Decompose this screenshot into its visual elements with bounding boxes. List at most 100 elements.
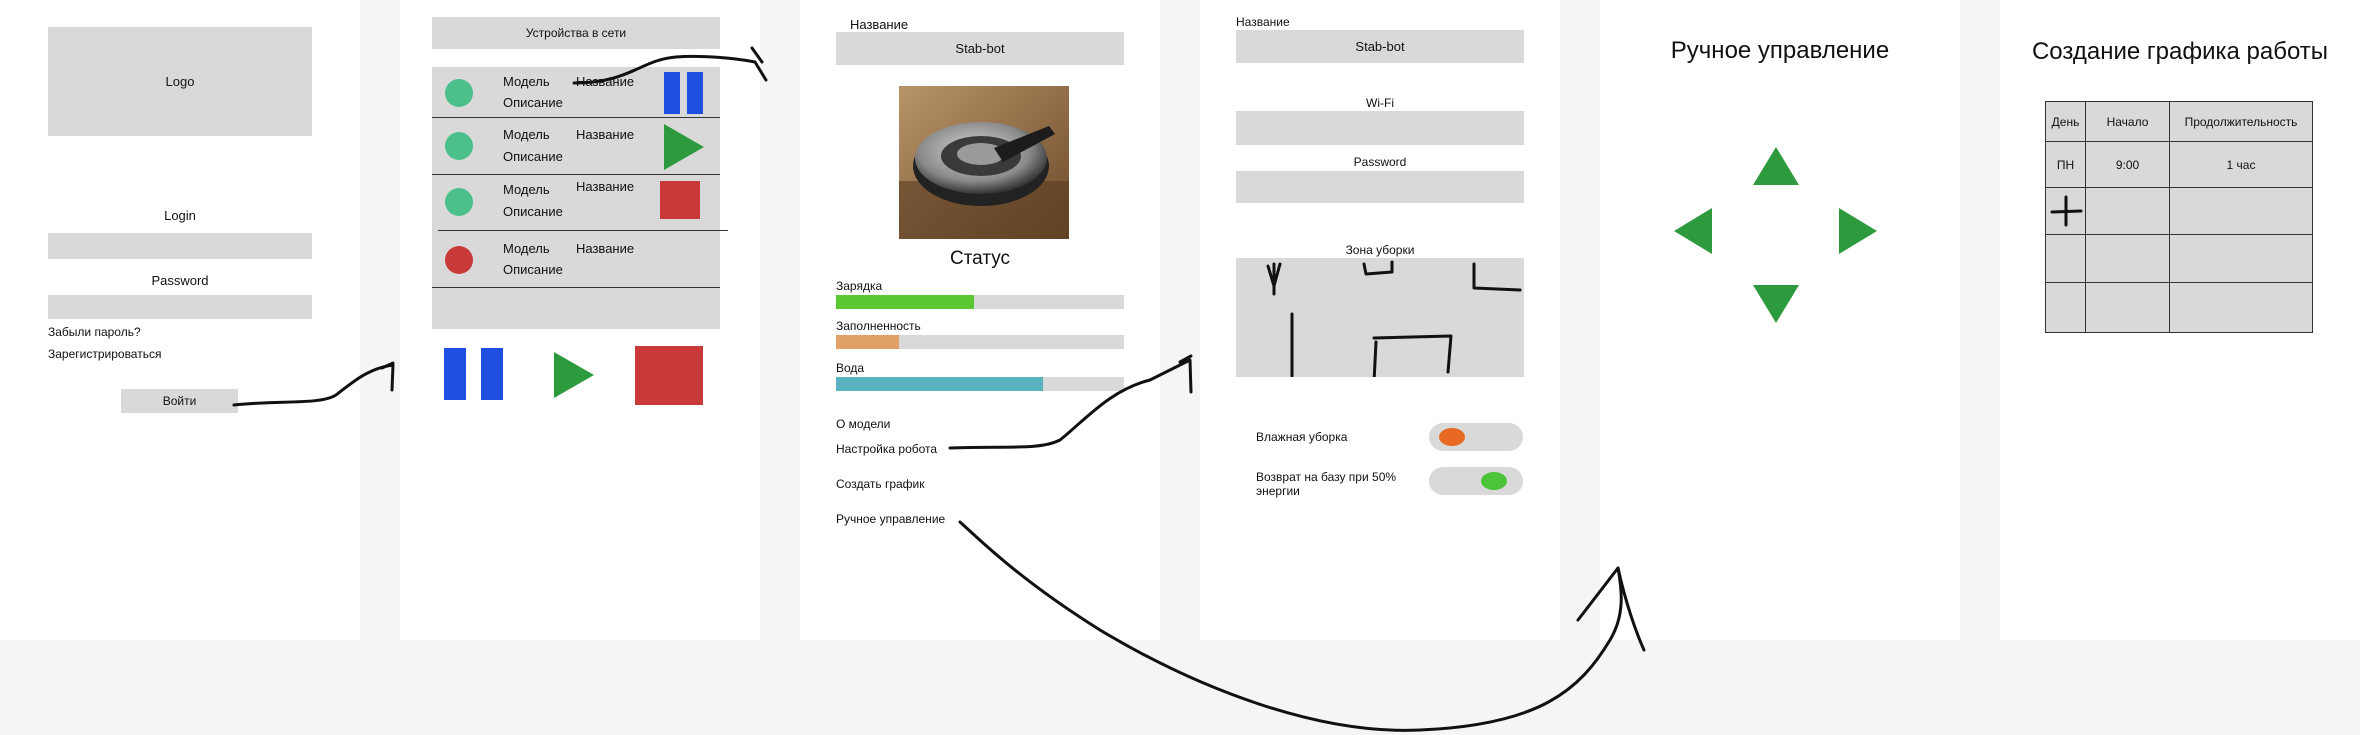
login-screen: Logo Login Password Забыли пароль? Зарег… <box>0 0 360 640</box>
wifi-input[interactable] <box>1236 111 1524 145</box>
status-indicator-icon <box>445 132 473 160</box>
stop-icon[interactable] <box>660 181 700 219</box>
row-divider <box>432 287 720 288</box>
robot-screen: Название Stab-bot Статус Зарядка Заполне… <box>800 0 1160 640</box>
settings-name-field[interactable]: Stab-bot <box>1236 30 1524 63</box>
table-cell[interactable] <box>2045 234 2086 283</box>
robot-photo <box>899 86 1069 239</box>
logo-placeholder: Logo <box>48 27 312 136</box>
status-indicator-icon <box>445 188 473 216</box>
toggle-knob <box>1439 428 1465 446</box>
row-duration: 1 час <box>2169 141 2313 188</box>
arrow-left-icon[interactable] <box>1674 208 1712 254</box>
settings-name-value: Stab-bot <box>1355 39 1405 54</box>
schedule-title: Создание графика работы <box>2031 38 2329 65</box>
fill-progress-fill <box>836 335 900 349</box>
device-row[interactable]: Модель Название Описание <box>432 67 720 117</box>
metric-label-water: Вода <box>836 361 865 375</box>
fill-progress-bar <box>836 335 1124 349</box>
table-cell[interactable] <box>2085 187 2170 235</box>
device-description: Описание <box>503 204 563 219</box>
menu-robot-settings[interactable]: Настройка робота <box>836 442 937 456</box>
water-progress-bar <box>836 377 1124 391</box>
login-input[interactable] <box>48 233 312 259</box>
plus-icon <box>2050 195 2082 227</box>
device-row[interactable]: Модель Название Описание <box>432 175 720 230</box>
column-header-day: День <box>2045 101 2086 142</box>
manual-control-screen: Ручное управление <box>1600 0 1960 640</box>
devices-screen: Устройства в сети Модель Название Описан… <box>400 0 760 640</box>
status-indicator-icon <box>445 79 473 107</box>
device-model: Модель <box>503 182 550 197</box>
schedule-table: День Начало Продолжительность ПН 9:00 1 … <box>2045 101 2313 333</box>
row-day: ПН <box>2045 141 2086 188</box>
password-label: Password <box>151 273 209 288</box>
charge-progress-bar <box>836 295 1124 309</box>
stop-all-button[interactable] <box>635 346 703 405</box>
table-cell[interactable] <box>2169 282 2313 333</box>
play-all-button[interactable] <box>554 352 594 398</box>
menu-manual-control[interactable]: Ручное управление <box>836 512 945 526</box>
menu-about-model[interactable]: О модели <box>836 417 890 431</box>
cleaning-zone-map[interactable] <box>1236 258 1524 377</box>
forgot-password-link[interactable]: Забыли пароль? <box>48 325 141 339</box>
devices-header: Устройства в сети <box>432 17 720 49</box>
zone-walls-drawing <box>1266 260 1522 377</box>
device-row[interactable]: Модель Название Описание <box>432 118 720 174</box>
wet-cleaning-label: Влажная уборка <box>1256 430 1348 444</box>
pause-icon[interactable] <box>664 72 704 114</box>
robot-name-value: Stab-bot <box>955 41 1005 56</box>
settings-screen: Название Stab-bot Wi-Fi Password Зона уб… <box>1200 0 1560 640</box>
table-cell[interactable] <box>2169 187 2313 235</box>
table-row[interactable] <box>2045 282 2313 333</box>
column-header-start: Начало <box>2085 101 2170 142</box>
table-cell[interactable] <box>2169 234 2313 283</box>
logo-label: Logo <box>165 74 195 89</box>
device-name: Название <box>576 241 635 256</box>
device-model: Модель <box>503 74 550 89</box>
row-start: 9:00 <box>2085 141 2170 188</box>
login-label: Login <box>164 208 196 223</box>
status-title: Статус <box>949 248 1011 269</box>
manual-title: Ручное управление <box>1670 37 1890 64</box>
cleaning-zone-label: Зона уборки <box>1345 243 1415 257</box>
pause-all-button[interactable] <box>444 348 504 400</box>
device-name: Название <box>576 74 635 89</box>
charge-progress-fill <box>836 295 975 309</box>
play-icon[interactable] <box>664 124 704 170</box>
robot-name-field[interactable]: Stab-bot <box>836 32 1124 65</box>
table-row[interactable] <box>2045 234 2313 283</box>
menu-create-schedule[interactable]: Создать график <box>836 477 925 491</box>
arrow-down-icon[interactable] <box>1753 285 1799 323</box>
arrow-right-icon[interactable] <box>1839 208 1877 254</box>
table-row[interactable]: ПН 9:00 1 час <box>2045 141 2313 188</box>
table-cell[interactable] <box>2045 282 2086 333</box>
password-input[interactable] <box>48 295 312 319</box>
register-link[interactable]: Зарегистрироваться <box>48 347 161 361</box>
return-to-base-toggle[interactable] <box>1429 467 1523 495</box>
settings-name-label: Название <box>1236 15 1290 29</box>
device-name: Название <box>576 179 635 194</box>
add-row-button[interactable] <box>2045 187 2086 235</box>
wifi-password-input[interactable] <box>1236 171 1524 203</box>
table-cell[interactable] <box>2085 282 2170 333</box>
pause-icon <box>444 348 466 400</box>
device-model: Модель <box>503 241 550 256</box>
return-to-base-label: Возврат на базу при 50% энергии <box>1256 470 1397 498</box>
wet-cleaning-toggle[interactable] <box>1429 423 1523 451</box>
table-row[interactable] <box>2045 187 2313 235</box>
device-description: Описание <box>503 262 563 277</box>
toggle-knob <box>1481 472 1507 490</box>
column-header-duration: Продолжительность <box>2169 101 2313 142</box>
device-model: Модель <box>503 127 550 142</box>
wifi-password-label: Password <box>1353 155 1407 169</box>
device-description: Описание <box>503 95 563 110</box>
device-description: Описание <box>503 149 563 164</box>
metric-label-fill: Заполненность <box>836 319 921 333</box>
device-row[interactable]: Модель Название Описание <box>432 231 720 286</box>
schedule-screen: Создание графика работы День Начало Прод… <box>2000 0 2360 640</box>
table-cell[interactable] <box>2085 234 2170 283</box>
arrow-up-icon[interactable] <box>1753 147 1799 185</box>
login-button[interactable]: Войти <box>121 389 238 413</box>
login-button-label: Войти <box>162 394 197 408</box>
